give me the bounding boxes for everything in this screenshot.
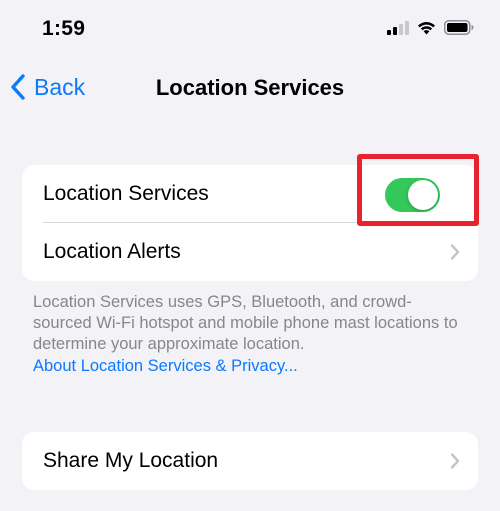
share-my-location-row[interactable]: Share My Location [22,432,478,490]
share-location-group: Share My Location [22,432,478,490]
location-alerts-label: Location Alerts [43,240,181,263]
page-title: Location Services [155,75,345,100]
battery-icon [444,20,474,35]
location-services-label: Location Services [43,182,209,205]
chevron-right-icon [450,244,460,260]
location-services-description: Location Services uses GPS, Bluetooth, a… [33,293,458,353]
chevron-right-icon [450,453,460,469]
location-alerts-row[interactable]: Location Alerts [22,223,478,281]
status-icons [387,20,474,35]
share-my-location-label: Share My Location [43,449,219,472]
cellular-signal-icon [387,20,409,35]
status-time: 1:59 [42,17,86,40]
about-location-privacy-link[interactable]: About Location Services & Privacy... [33,356,298,377]
wifi-icon [418,21,435,34]
toggle-highlight-box [357,154,479,226]
